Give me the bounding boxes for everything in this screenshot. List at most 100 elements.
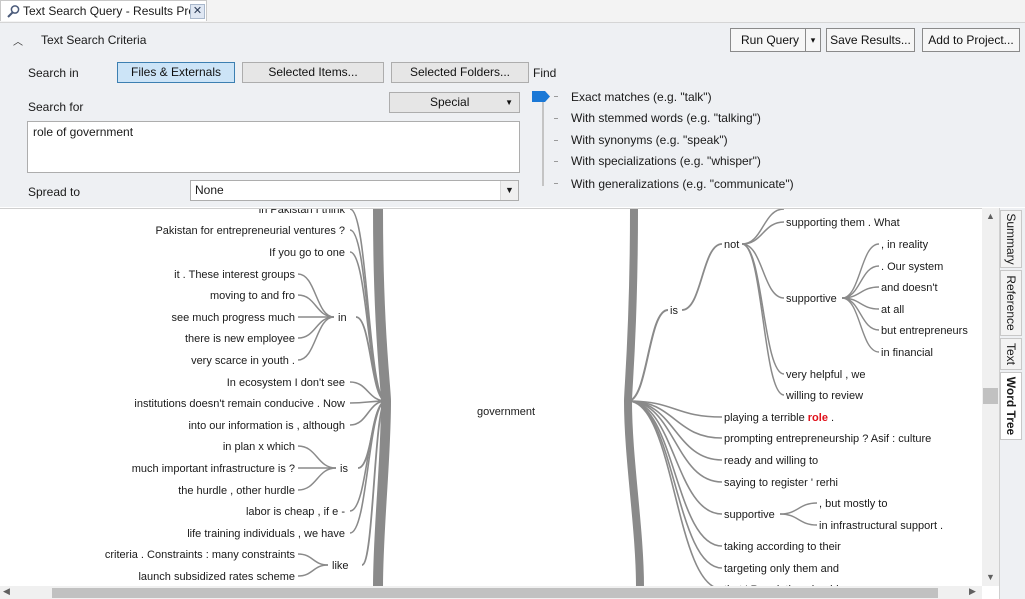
- slider-tick: [554, 140, 558, 141]
- left-leaf: institutions doesn't remain conducive . …: [134, 398, 345, 410]
- scroll-right-icon[interactable]: ▶: [969, 586, 976, 597]
- files-externals-button[interactable]: Files & Externals: [117, 62, 235, 83]
- find-slider-thumb[interactable]: [532, 91, 550, 102]
- tab-text-label: Text: [1004, 342, 1018, 366]
- close-icon[interactable]: ✕: [190, 4, 205, 19]
- right-not-leaf-branch: [741, 209, 785, 245]
- search-for-label: Search for: [28, 100, 84, 114]
- tab-text[interactable]: Text: [1000, 338, 1022, 370]
- find-option-stemmed[interactable]: With stemmed words (e.g. "talking"): [571, 111, 761, 125]
- left-group-leaf-branch: [297, 445, 337, 469]
- right-supportive2-leaf-branch: [779, 513, 818, 526]
- left-group-word: like: [332, 560, 349, 572]
- right-supportive2-word: supportive: [724, 509, 775, 521]
- search-text-input[interactable]: role of government: [27, 121, 520, 173]
- search-query-icon: [7, 5, 20, 18]
- slider-tick: [554, 161, 558, 162]
- right-branch: [627, 400, 723, 569]
- right-is-word: is: [670, 305, 678, 317]
- right-leaf: prompting entrepreneurship ? Asif : cult…: [724, 433, 931, 445]
- document-tab[interactable]: Text Search Query - Results Pre ✕: [0, 0, 207, 21]
- left-group-leaf: there is new employee: [185, 333, 295, 345]
- right-supportive-leaf-branch: [841, 243, 880, 299]
- tab-word-tree[interactable]: Word Tree: [1000, 372, 1022, 440]
- special-dropdown[interactable]: Special ▼: [389, 92, 520, 113]
- right-supportive2-leaf: in infrastructural support .: [819, 520, 943, 532]
- word-tree-view[interactable]: government in Pakistan I think Pakistan fo…: [0, 208, 982, 587]
- tab-reference[interactable]: Reference: [1000, 270, 1022, 336]
- add-to-project-button[interactable]: Add to Project...: [922, 28, 1020, 52]
- find-option-specializations[interactable]: With specializations (e.g. "whisper"): [571, 154, 761, 168]
- selected-folders-button[interactable]: Selected Folders...: [391, 62, 529, 83]
- left-group-leaf-branch: [297, 294, 335, 318]
- left-group-leaf: very scarce in youth .: [191, 355, 295, 367]
- right-not-leaf-branch: [741, 243, 785, 375]
- find-label: Find: [533, 66, 557, 80]
- left-group-word: in: [338, 312, 347, 324]
- right-leaf: targeting only them and: [724, 563, 839, 575]
- horizontal-scroll-thumb[interactable]: [52, 588, 938, 598]
- right-not-word: not: [724, 239, 739, 251]
- left-leaf: Pakistan for entrepreneurial ventures ?: [155, 225, 345, 237]
- left-group-word: is: [340, 463, 348, 475]
- find-slider-track[interactable]: [542, 96, 544, 186]
- right-not-leaf-branch: [741, 243, 785, 396]
- right-supportive2-leaf-branch: [779, 502, 818, 515]
- right-leaf: taking according to their: [724, 541, 841, 553]
- right-leaf: saying to register ' rerhi: [724, 477, 838, 489]
- left-group-leaf-branch: [297, 553, 329, 566]
- scroll-left-icon[interactable]: ◀: [3, 586, 10, 597]
- find-option-synonyms[interactable]: With synonyms (e.g. "speak"): [571, 133, 728, 147]
- right-trunk-bottom: [624, 400, 644, 587]
- run-query-button[interactable]: Run Query ▾: [730, 28, 821, 52]
- right-supportive-leaf-branch: [841, 297, 880, 353]
- right-branch: [627, 400, 723, 547]
- find-option-exact[interactable]: Exact matches (e.g. "talk"): [571, 90, 712, 104]
- left-group-leaf: much important infrastructure is ?: [132, 463, 295, 475]
- left-group-leaf-branch: [297, 316, 335, 339]
- left-group-leaf: see much progress much: [172, 312, 296, 324]
- word-tree-svg[interactable]: government in Pakistan I think Pakistan fo…: [0, 209, 982, 587]
- slider-tick: [554, 118, 558, 119]
- right-supportive2-leaf: , but mostly to: [819, 498, 887, 510]
- slider-tick: [554, 183, 558, 184]
- search-in-label: Search in: [28, 66, 79, 80]
- chevron-down-icon[interactable]: ▼: [500, 181, 518, 200]
- collapse-chevron-icon[interactable]: ︿: [13, 33, 23, 48]
- right-trunk-top: [624, 209, 638, 402]
- find-option-generalizations[interactable]: With generalizations (e.g. "communicate"…: [571, 177, 794, 191]
- left-leaf: into our information is , although: [188, 420, 345, 432]
- criteria-header: Text Search Criteria: [41, 33, 147, 47]
- scroll-down-icon[interactable]: ▼: [982, 569, 999, 586]
- selected-items-button[interactable]: Selected Items...: [242, 62, 384, 83]
- vertical-scroll-thumb[interactable]: [983, 388, 998, 404]
- right-not-leaf: willing to review: [785, 390, 863, 402]
- left-leaf: labor is cheap , if e -: [246, 506, 345, 518]
- save-results-button[interactable]: Save Results...: [826, 28, 915, 52]
- right-not-leaf: very helpful , we: [786, 369, 865, 381]
- left-leaf: In ecosystem I don't see: [227, 377, 345, 389]
- spread-to-select[interactable]: None ▼: [190, 180, 519, 201]
- scroll-up-icon[interactable]: ▲: [982, 208, 999, 225]
- right-supportive-leaf: , in reality: [881, 239, 929, 251]
- run-query-dropdown-icon[interactable]: ▾: [805, 29, 820, 51]
- right-not-leaf: supporting them . What: [786, 217, 900, 229]
- left-group-leaf: it . These interest groups: [174, 269, 295, 281]
- left-leaf: in Pakistan I think: [259, 209, 346, 216]
- tab-summary-label: Summary: [1004, 213, 1018, 265]
- slider-tick: [554, 96, 558, 97]
- document-tab-title: Text Search Query - Results Pre: [23, 4, 196, 18]
- right-supportive-leaf: . Our system: [881, 261, 943, 273]
- right-supportive-leaf: in financial: [881, 347, 933, 359]
- right-not-branch: [681, 243, 723, 311]
- left-group-leaf: in plan x which: [223, 441, 295, 453]
- right-supportive-word: supportive: [786, 293, 837, 305]
- chevron-down-icon: ▼: [505, 98, 513, 107]
- tab-reference-label: Reference: [1004, 275, 1018, 331]
- special-label: Special: [430, 95, 470, 109]
- right-branch: [627, 400, 723, 461]
- tab-summary[interactable]: Summary: [1000, 210, 1022, 268]
- left-leaf: If you go to one: [269, 247, 345, 259]
- right-supportive-branch: [741, 243, 785, 299]
- tab-word-tree-label: Word Tree: [1004, 376, 1018, 436]
